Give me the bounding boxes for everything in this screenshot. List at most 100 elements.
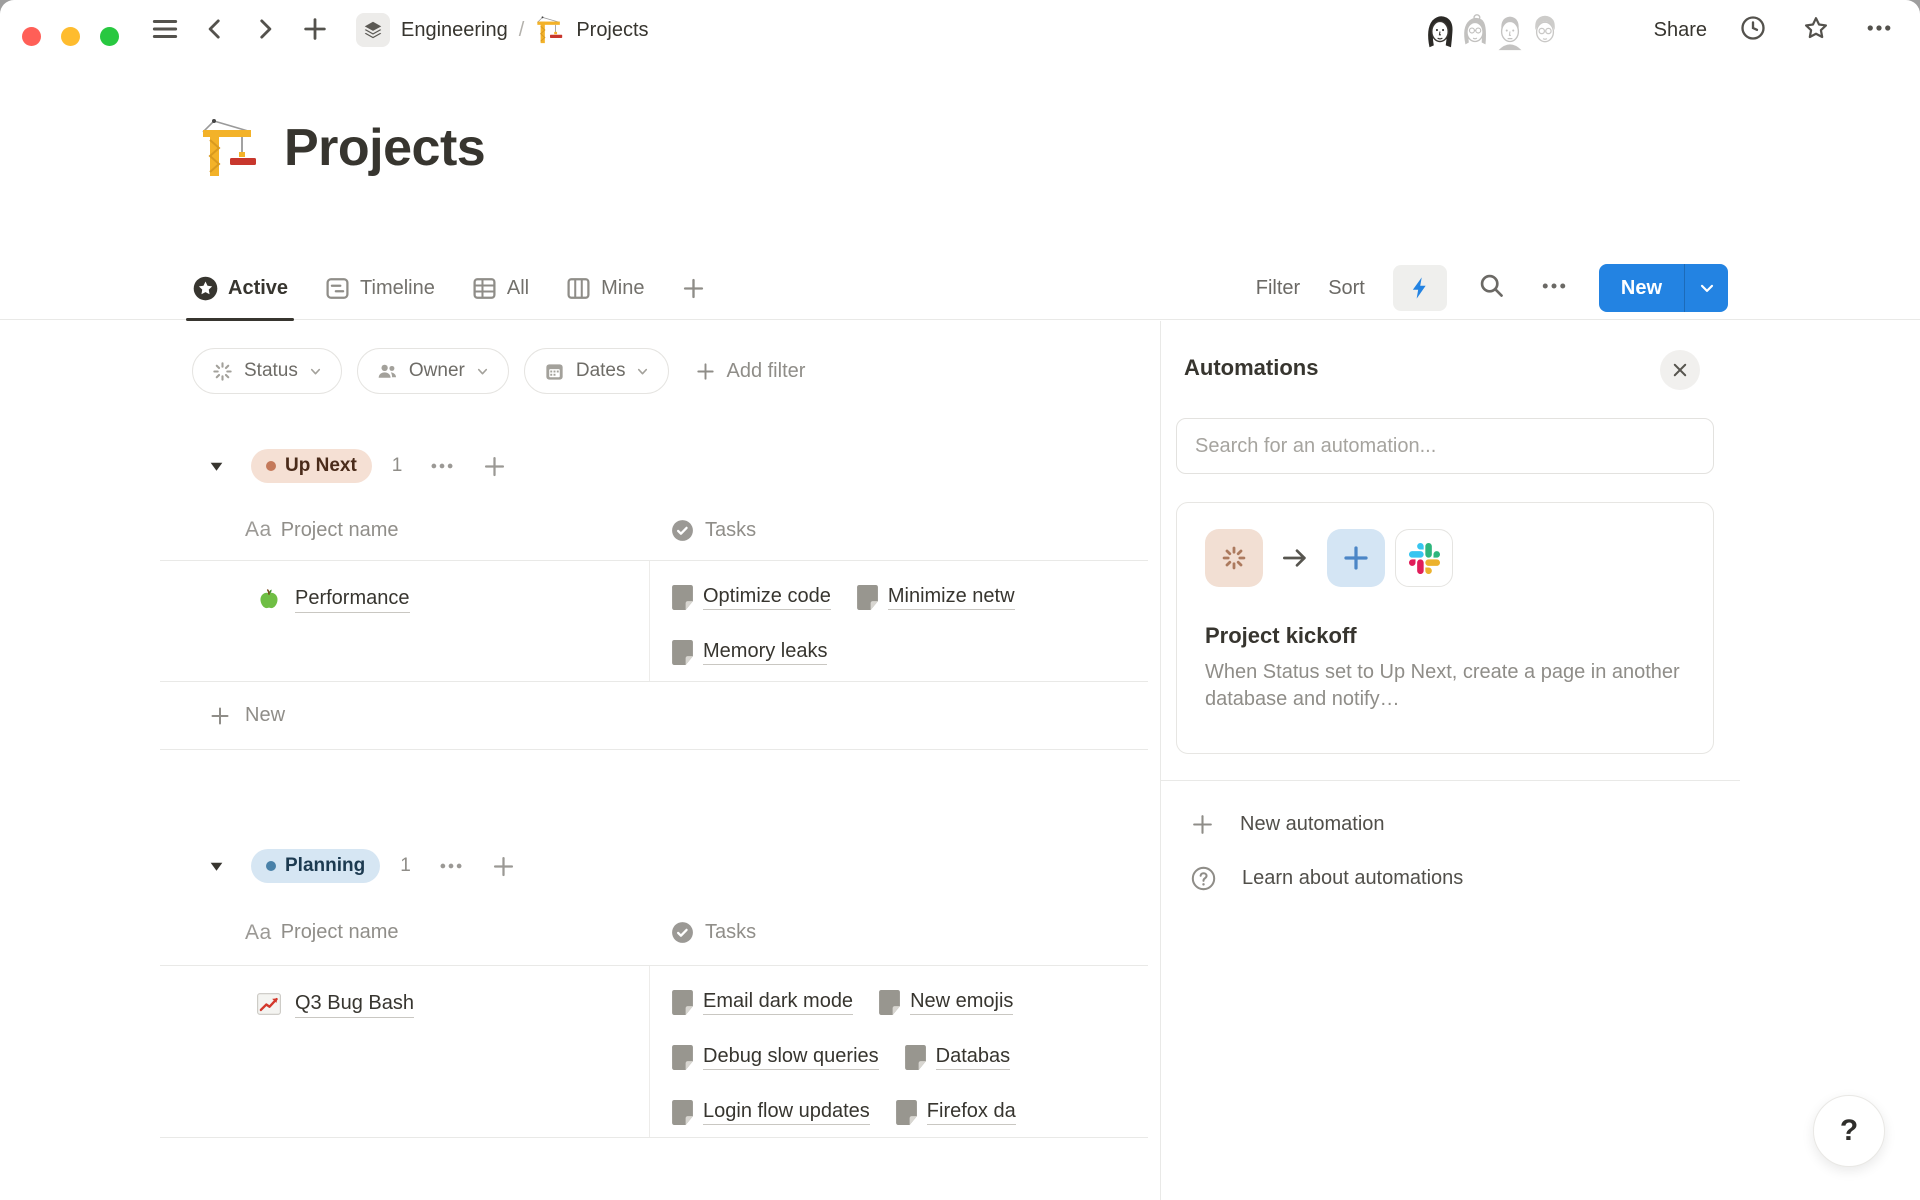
tab-active[interactable]: Active (192, 256, 288, 320)
back-button[interactable] (198, 14, 232, 48)
column-header-label: Tasks (705, 519, 756, 542)
task-chip[interactable]: Optimize code (672, 585, 831, 610)
plus-icon (1190, 812, 1215, 837)
new-entry-dropdown[interactable] (1684, 264, 1728, 312)
table-view-icon (471, 275, 498, 302)
minimize-window-button[interactable] (61, 27, 80, 46)
sort-button[interactable]: Sort (1328, 277, 1365, 300)
status-pill-up-next[interactable]: Up Next (251, 449, 372, 483)
project-name-cell[interactable]: Q3 Bug Bash (160, 966, 650, 1137)
group-options-button[interactable] (427, 451, 457, 481)
favorite-button[interactable] (1799, 13, 1833, 47)
task-title-link[interactable]: Minimize netw (888, 585, 1015, 610)
teamspace-icon[interactable] (356, 13, 390, 47)
new-page-button[interactable] (298, 14, 332, 48)
tab-timeline[interactable]: Timeline (324, 256, 435, 320)
task-title-link[interactable]: Optimize code (703, 585, 831, 610)
status-pill-planning[interactable]: Planning (251, 849, 380, 883)
task-title-link[interactable]: Memory leaks (703, 640, 827, 665)
page-options-button[interactable] (1862, 13, 1896, 47)
task-chip[interactable]: Databas (905, 1045, 1011, 1070)
project-title-link[interactable]: Q3 Bug Bash (295, 990, 414, 1018)
add-filter-label: Add filter (726, 360, 805, 383)
status-burst-icon (211, 360, 234, 383)
task-title-link[interactable]: New emojis (910, 990, 1013, 1015)
filter-chip-label: Owner (409, 360, 465, 382)
task-title-link[interactable]: Databas (936, 1045, 1011, 1070)
close-window-button[interactable] (22, 27, 41, 46)
learn-about-automations-link[interactable]: Learn about automations (1190, 860, 1463, 896)
filter-chip-label: Dates (576, 360, 626, 382)
page-icon (672, 585, 693, 610)
crane-emoji (198, 116, 262, 180)
task-title-link[interactable]: Email dark mode (703, 990, 853, 1015)
column-header-project-name[interactable]: Aa Project name (160, 518, 650, 542)
breadcrumb: Engineering / Projects (356, 13, 649, 47)
tab-label: All (507, 277, 529, 300)
view-options-button[interactable] (1537, 271, 1571, 305)
group-add-button[interactable] (490, 853, 517, 880)
new-row-button[interactable]: New (160, 682, 1148, 750)
automation-card-project-kickoff[interactable]: Project kickoff When Status set to Up Ne… (1176, 502, 1714, 754)
add-filter-button[interactable]: Add filter (694, 360, 805, 383)
new-entry-label[interactable]: New (1599, 264, 1684, 312)
filter-button[interactable]: Filter (1256, 277, 1300, 300)
task-title-link[interactable]: Debug slow queries (703, 1045, 879, 1070)
share-button[interactable]: Share (1654, 19, 1707, 42)
chevron-right-icon (252, 16, 278, 47)
group-add-button[interactable] (481, 453, 508, 480)
task-chip[interactable]: New emojis (879, 990, 1013, 1015)
avatar[interactable] (1524, 10, 1566, 52)
project-name-cell[interactable]: Performance (160, 561, 650, 681)
green-apple-emoji (256, 586, 282, 612)
tab-mine[interactable]: Mine (565, 256, 644, 320)
table-row-q3-bug-bash[interactable]: Q3 Bug Bash Email dark mode New emojis (160, 966, 1148, 1138)
automation-card-title: Project kickoff (1205, 623, 1357, 649)
forward-button[interactable] (248, 14, 282, 48)
breadcrumb-teamspace[interactable]: Engineering (401, 19, 508, 42)
column-header-tasks[interactable]: Tasks (650, 518, 756, 543)
updates-clock-button[interactable] (1736, 13, 1770, 47)
tab-label: Mine (601, 277, 644, 300)
automation-search-input[interactable] (1177, 419, 1713, 473)
timeline-view-icon (324, 275, 351, 302)
plus-icon (208, 704, 232, 728)
close-panel-button[interactable] (1660, 350, 1700, 390)
task-chip[interactable]: Firefox da (896, 1100, 1016, 1125)
task-chip[interactable]: Minimize netw (857, 585, 1015, 610)
project-title-link[interactable]: Performance (295, 585, 410, 613)
plus-icon (694, 360, 717, 383)
task-title-link[interactable]: Login flow updates (703, 1100, 870, 1125)
help-button[interactable]: ? (1813, 1095, 1885, 1167)
add-view-button[interactable] (680, 256, 707, 320)
check-circle-icon (670, 518, 695, 543)
collapse-toggle-icon[interactable] (208, 858, 225, 875)
new-automation-button[interactable]: New automation (1190, 806, 1385, 842)
column-header-tasks[interactable]: Tasks (650, 920, 756, 945)
column-header-project-name[interactable]: Aa Project name (160, 921, 650, 945)
page-icon (896, 1100, 917, 1125)
filter-chip-status[interactable]: Status (192, 348, 342, 394)
task-chip[interactable]: Login flow updates (672, 1100, 870, 1125)
task-title-link[interactable]: Firefox da (927, 1100, 1016, 1125)
automations-button[interactable] (1393, 265, 1447, 311)
automation-search-box (1176, 418, 1714, 474)
group-options-button[interactable] (436, 851, 466, 881)
filter-chip-dates[interactable]: Dates (524, 348, 670, 394)
search-view-button[interactable] (1475, 271, 1509, 305)
collapse-toggle-icon[interactable] (208, 458, 225, 475)
table-row-performance[interactable]: Performance Optimize code Minimize netw (160, 561, 1148, 682)
sidebar-menu-button[interactable] (148, 14, 182, 48)
task-chip[interactable]: Debug slow queries (672, 1045, 879, 1070)
breadcrumb-page[interactable]: Projects (576, 19, 648, 42)
status-dot (266, 861, 276, 871)
tab-label: Active (228, 277, 288, 300)
filter-chip-owner[interactable]: Owner (357, 348, 509, 394)
window-topbar: Engineering / Projects Share (0, 0, 1920, 60)
tab-all[interactable]: All (471, 256, 529, 320)
task-chip[interactable]: Memory leaks (672, 640, 827, 665)
traffic-lights (22, 27, 119, 46)
zoom-window-button[interactable] (100, 27, 119, 46)
task-chip[interactable]: Email dark mode (672, 990, 853, 1015)
chevron-down-icon (635, 364, 650, 379)
